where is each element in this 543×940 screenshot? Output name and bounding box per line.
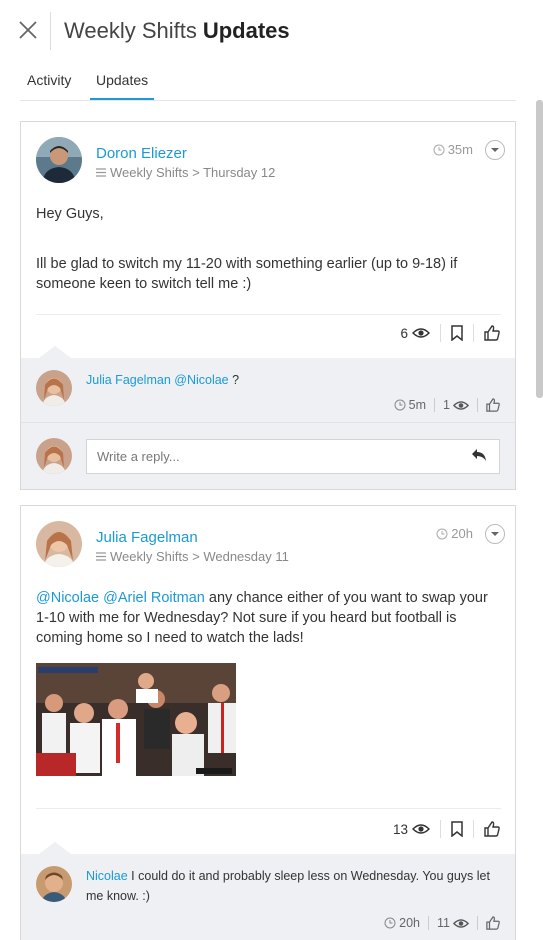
header-divider bbox=[50, 12, 51, 50]
eye-icon bbox=[453, 400, 469, 410]
attached-photo[interactable] bbox=[36, 663, 236, 776]
reply-section bbox=[21, 422, 515, 489]
meta-separator bbox=[428, 916, 430, 930]
reply-field bbox=[86, 439, 500, 474]
close-icon[interactable] bbox=[16, 18, 40, 42]
comment-text: Nicolae I could do it and probably sleep… bbox=[86, 866, 506, 906]
reply-send-icon[interactable] bbox=[471, 448, 487, 467]
mention-nicolae[interactable]: @Nicolae bbox=[36, 590, 99, 606]
post-menu-button[interactable] bbox=[485, 524, 505, 544]
comment-text: Julia Fagelman @Nicolae ? bbox=[86, 370, 506, 390]
time-text: 20h bbox=[451, 526, 473, 541]
title-light: Weekly Shifts bbox=[64, 18, 197, 43]
view-count: 13 bbox=[393, 822, 430, 837]
eye-icon bbox=[453, 918, 469, 928]
tab-bar: Activity Updates bbox=[20, 64, 516, 101]
post-body-line1: Hey Guys, bbox=[36, 206, 104, 222]
action-divider bbox=[36, 314, 501, 315]
action-separator bbox=[473, 324, 474, 342]
avatar bbox=[36, 866, 72, 902]
post-card: Julia Fagelman Weekly Shifts > Wednesday… bbox=[20, 505, 516, 940]
comment-views: 1 bbox=[443, 398, 469, 412]
clock-icon bbox=[384, 917, 396, 929]
chevron-down-icon bbox=[491, 148, 499, 152]
comment-time: 5m bbox=[394, 398, 426, 412]
action-separator bbox=[440, 820, 441, 838]
list-icon bbox=[96, 168, 106, 177]
meta-separator bbox=[434, 398, 436, 412]
bookmark-icon[interactable] bbox=[451, 821, 463, 837]
post-breadcrumb[interactable]: Weekly Shifts > Thursday 12 bbox=[96, 165, 275, 180]
scrollbar[interactable] bbox=[536, 100, 543, 398]
comment-section: Nicolae I could do it and probably sleep… bbox=[21, 842, 515, 940]
meta-separator bbox=[477, 916, 478, 930]
comment-body: I could do it and probably sleep less on… bbox=[86, 869, 490, 903]
post-body-line2: Ill be glad to switch my 11-20 with some… bbox=[36, 256, 458, 292]
post-breadcrumb[interactable]: Weekly Shifts > Wednesday 11 bbox=[96, 549, 289, 564]
view-count: 6 bbox=[400, 326, 430, 341]
post-card: Doron Eliezer Weekly Shifts > Thursday 1… bbox=[20, 121, 516, 490]
eye-icon bbox=[412, 328, 430, 338]
meta-separator bbox=[477, 398, 478, 412]
comment-meta: 20h 11 bbox=[384, 916, 500, 930]
tab-updates[interactable]: Updates bbox=[90, 72, 155, 100]
comment-views-value: 11 bbox=[437, 916, 450, 930]
action-separator bbox=[440, 324, 441, 342]
comment-time-text: 5m bbox=[408, 398, 427, 412]
like-icon[interactable] bbox=[484, 325, 500, 341]
post-menu-button[interactable] bbox=[485, 140, 505, 160]
comment-time: 20h bbox=[384, 916, 420, 930]
avatar bbox=[36, 370, 72, 406]
post-author[interactable]: Doron Eliezer bbox=[96, 145, 187, 162]
post-body: @Nicolae @Ariel Roitman any chance eithe… bbox=[36, 588, 501, 648]
like-icon[interactable] bbox=[486, 916, 500, 930]
chevron-down-icon bbox=[491, 532, 499, 536]
comment-section: Julia Fagelman @Nicolae ? 5m 1 bbox=[21, 346, 515, 422]
comment-author[interactable]: Julia Fagelman bbox=[86, 373, 171, 387]
comment-views: 11 bbox=[437, 916, 469, 930]
comment-meta: 5m 1 bbox=[394, 398, 500, 412]
post-time: 35m bbox=[433, 142, 473, 157]
bookmark-icon[interactable] bbox=[451, 325, 463, 341]
avatar bbox=[36, 438, 72, 474]
view-count-value: 6 bbox=[400, 325, 408, 341]
comment-body: ? bbox=[232, 373, 240, 387]
like-icon[interactable] bbox=[486, 398, 500, 412]
header: Weekly Shifts Updates bbox=[0, 0, 543, 64]
avatar bbox=[36, 137, 82, 183]
list-icon bbox=[96, 552, 106, 561]
clock-icon bbox=[433, 144, 445, 155]
time-text: 35m bbox=[447, 142, 473, 157]
like-icon[interactable] bbox=[484, 821, 500, 837]
comment-author[interactable]: Nicolae bbox=[86, 869, 128, 883]
avatar bbox=[36, 521, 82, 567]
eye-icon bbox=[412, 824, 430, 834]
comment-time-text: 20h bbox=[399, 916, 421, 930]
clock-icon bbox=[436, 528, 448, 539]
comment-mention[interactable]: @Nicolae bbox=[174, 373, 228, 387]
breadcrumb-text: Weekly Shifts > Wednesday 11 bbox=[110, 549, 289, 564]
tab-activity[interactable]: Activity bbox=[27, 72, 71, 98]
reply-input[interactable] bbox=[87, 440, 467, 473]
action-separator bbox=[473, 820, 474, 838]
breadcrumb-text: Weekly Shifts > Thursday 12 bbox=[110, 165, 276, 180]
mention-ariel[interactable]: @Ariel Roitman bbox=[103, 590, 205, 606]
post-time: 20h bbox=[436, 526, 473, 541]
post-actions: 6 bbox=[400, 324, 500, 342]
clock-icon bbox=[394, 399, 406, 411]
action-divider bbox=[36, 808, 501, 809]
view-count-value: 13 bbox=[392, 821, 408, 837]
page-title: Weekly Shifts Updates bbox=[64, 18, 290, 44]
post-actions: 13 bbox=[393, 820, 500, 838]
title-bold: Updates bbox=[202, 18, 290, 43]
comment-views-value: 1 bbox=[443, 398, 450, 412]
post-author[interactable]: Julia Fagelman bbox=[96, 529, 198, 546]
